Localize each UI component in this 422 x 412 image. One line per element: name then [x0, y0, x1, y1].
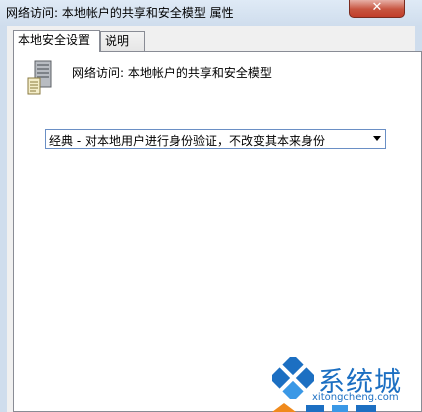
chevron-down-icon	[373, 136, 381, 141]
tab-label: 本地安全设置	[18, 33, 91, 47]
tab-explain[interactable]: 说明	[100, 31, 145, 51]
logo-icon	[272, 357, 314, 399]
tab-label: 说明	[105, 34, 130, 48]
policy-name: 网络访问: 本地帐户的共享和安全模型	[72, 66, 272, 80]
watermark: 系统城 xitongcheng.com	[258, 345, 422, 412]
security-model-select[interactable]: 经典 - 对本地用户进行身份验证，不改变其本来身份	[45, 129, 386, 149]
window-title: 网络访问: 本地帐户的共享和安全模型 属性	[6, 6, 234, 20]
title-bar: 网络访问: 本地帐户的共享和安全模型 属性 ✕	[0, 0, 422, 26]
tab-local-security-setting[interactable]: 本地安全设置	[13, 30, 100, 52]
select-value: 经典 - 对本地用户进行身份验证，不改变其本来身份	[49, 134, 325, 148]
server-icon	[27, 60, 52, 95]
close-button[interactable]: ✕	[349, 0, 405, 18]
close-icon: ✕	[371, 0, 383, 15]
watermark-decoration	[272, 403, 376, 412]
window-frame-left	[0, 26, 7, 412]
